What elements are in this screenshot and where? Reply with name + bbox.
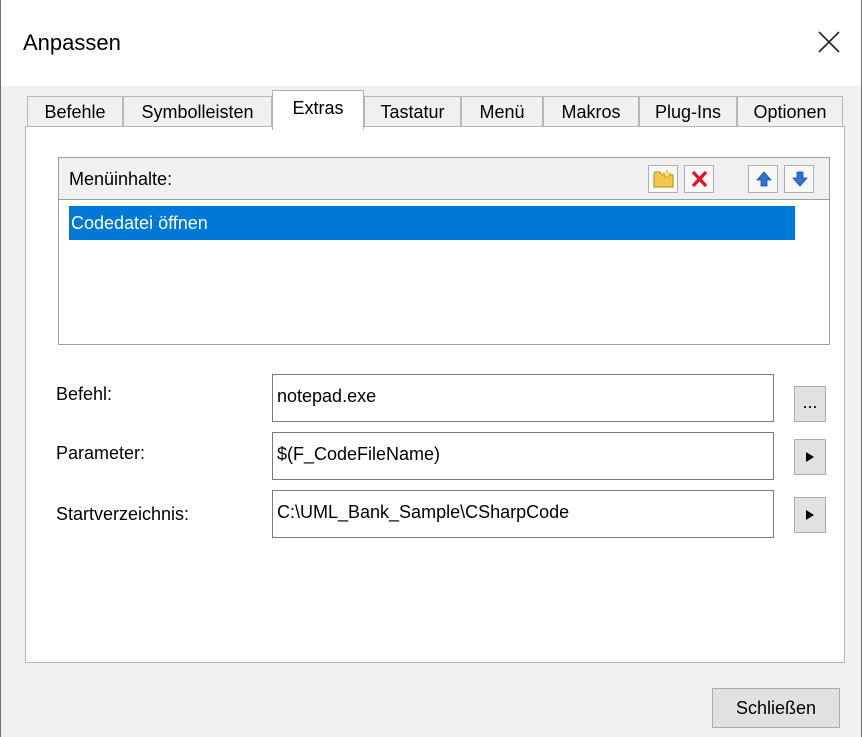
parameter-menu-button[interactable] — [794, 439, 826, 475]
start-dir-menu-button[interactable] — [794, 497, 826, 533]
new-folder-icon[interactable] — [648, 165, 678, 193]
delete-icon[interactable] — [684, 165, 714, 193]
extras-panel: Menüinhalte: Codedatei öffnen Befehl: no… — [25, 126, 845, 663]
tab-menu[interactable]: Menü — [461, 96, 543, 128]
tab-tastatur[interactable]: Tastatur — [364, 96, 461, 128]
tab-symbolleisten[interactable]: Symbolleisten — [123, 96, 272, 128]
command-label: Befehl: — [56, 384, 113, 404]
list-item[interactable]: Codedatei öffnen — [69, 206, 795, 240]
window-title: Anpassen — [23, 30, 121, 55]
start-dir-field[interactable]: C:\UML_Bank_Sample\CSharpCode — [272, 490, 774, 538]
browse-button[interactable]: ... — [794, 386, 826, 422]
tab-optionen[interactable]: Optionen — [737, 96, 843, 128]
customize-dialog: Anpassen Befehle Symbolleisten Extras Ta… — [0, 0, 862, 737]
tab-befehle[interactable]: Befehle — [27, 96, 123, 128]
menu-contents-header: Menüinhalte: — [59, 158, 829, 200]
tab-plug-ins[interactable]: Plug-Ins — [639, 96, 737, 128]
parameter-field[interactable]: $(F_CodeFileName) — [272, 432, 774, 480]
parameter-label: Parameter: — [56, 443, 146, 463]
play-right-icon — [806, 510, 814, 520]
move-down-icon[interactable] — [784, 165, 814, 193]
title-bar[interactable]: Anpassen — [1, 0, 861, 86]
start-dir-label: Startverzeichnis: — [56, 504, 190, 524]
menu-contents-group: Menüinhalte: Codedatei öffnen — [58, 157, 830, 345]
menu-contents-label: Menüinhalte: — [69, 169, 173, 189]
close-icon[interactable] — [811, 24, 847, 60]
move-up-icon[interactable] — [748, 165, 778, 193]
tab-makros[interactable]: Makros — [543, 96, 639, 128]
command-field[interactable]: notepad.exe — [272, 374, 774, 422]
play-right-icon — [806, 452, 814, 462]
tab-extras[interactable]: Extras — [272, 90, 364, 130]
close-button[interactable]: Schließen — [712, 688, 840, 728]
